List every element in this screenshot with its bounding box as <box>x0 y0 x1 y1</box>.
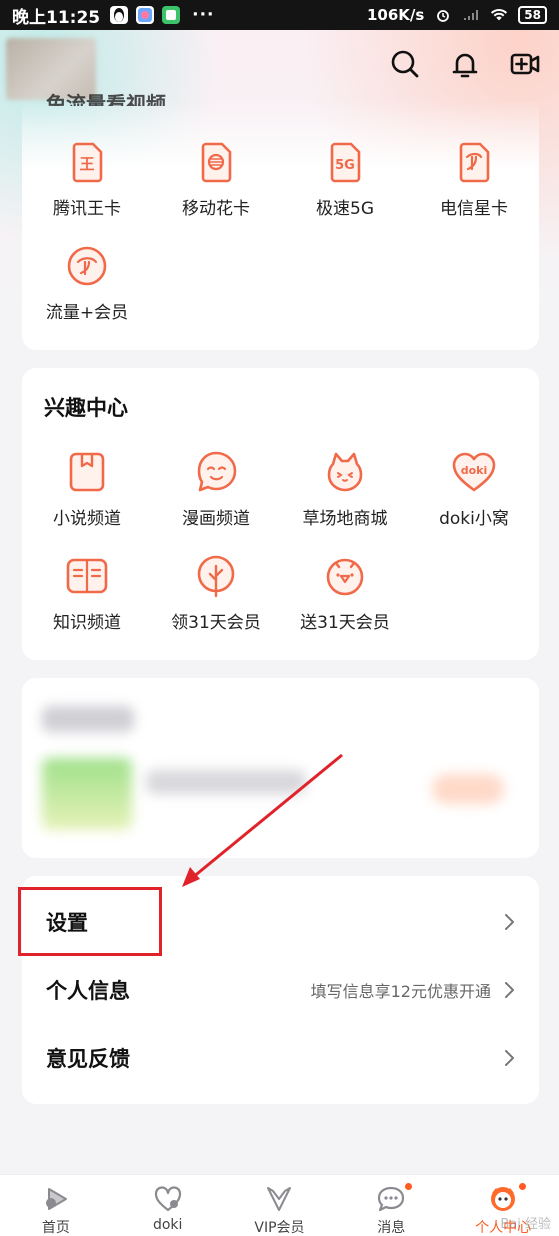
gift-31-day-member-icon <box>326 558 364 596</box>
status-more-dots: ··· <box>192 5 215 25</box>
tencent-king-card-glyph: 王 <box>79 155 94 173</box>
grid-item-label: 极速5G <box>316 199 374 219</box>
grid-item-gift-31-day-member[interactable]: 送31天会员 <box>280 552 410 633</box>
grid-item-label: doki小窝 <box>439 509 509 529</box>
grassland-mall-icon <box>327 452 363 492</box>
grid-item-comic-channel[interactable]: 漫画频道 <box>151 448 281 529</box>
chevron-right-icon <box>505 1050 514 1066</box>
novel-channel-icon <box>69 452 105 492</box>
status-bar: 晚上11:25 ··· 106K/s 58 <box>0 0 559 30</box>
free-data-card-title: 免流量看视频 <box>46 92 166 106</box>
interest-center-card: 兴趣中心 小说频道 漫画频道 草场地商城 doki doki小窝 知识频道 领3… <box>22 368 539 660</box>
grid-item-grassland-mall[interactable]: 草场地商城 <box>280 448 410 529</box>
grid-item-claim-31-day-member[interactable]: 领31天会员 <box>151 552 281 633</box>
wifi-icon <box>491 9 508 21</box>
profile-dot <box>519 1183 527 1190</box>
blurred-promo-card[interactable] <box>22 678 539 858</box>
chevron-right-icon <box>505 982 514 998</box>
grid-item-knowledge-channel[interactable]: 知识频道 <box>22 552 152 633</box>
bottom-nav: 首页 doki VIP会员 消息 个人中心 Bai 经验 <box>0 1174 559 1236</box>
telecom-star-card-icon <box>459 142 490 183</box>
bell-icon[interactable] <box>449 48 481 80</box>
qq-app-icon <box>110 6 129 24</box>
nav-vip[interactable]: VIP会员 <box>224 1175 336 1236</box>
status-time: 晚上11:25 <box>12 7 101 28</box>
grid-item-novel-channel[interactable]: 小说频道 <box>22 448 152 529</box>
personal-info-row-label: 个人信息 <box>46 979 130 1003</box>
claim-31-day-member-icon <box>197 555 235 598</box>
battery-level: 58 <box>518 6 547 24</box>
grid-item-data-plus-member[interactable]: 流量+会员 <box>22 242 152 323</box>
nav-messages-label: 消息 <box>377 1220 406 1236</box>
nav-home[interactable]: 首页 <box>0 1175 112 1236</box>
blurred-button <box>432 774 504 804</box>
feedback-row[interactable]: 意见反馈 <box>22 1024 539 1092</box>
grid-item-label: 草场地商城 <box>302 509 388 529</box>
signal-icon <box>464 10 479 20</box>
messages-unread-dot <box>405 1183 413 1190</box>
header-actions <box>389 48 541 80</box>
blurred-text <box>146 770 306 794</box>
data-plus-member-icon <box>67 246 107 286</box>
mobile-flower-card-icon <box>201 142 232 183</box>
video-upload-icon[interactable] <box>509 48 541 80</box>
blurred-title <box>42 706 134 732</box>
alarm-icon <box>437 10 450 22</box>
profile-mascot-icon <box>491 1187 516 1211</box>
grid-item-telecom-star-card[interactable]: 电信星卡 <box>409 138 539 219</box>
doki-nest-glyph: doki <box>461 464 488 477</box>
feedback-row-label: 意见反馈 <box>46 1047 130 1071</box>
free-data-card: 免流量看视频 王 腾讯王卡 移动花卡 5G 极速5G 电信星卡 流量+会员 <box>22 92 539 350</box>
grid-item-label: 知识频道 <box>53 613 121 633</box>
grid-item-label: 领31天会员 <box>171 613 261 633</box>
grid-item-label: 送31天会员 <box>300 613 390 633</box>
nav-vip-label: VIP会员 <box>254 1220 305 1236</box>
personal-info-row[interactable]: 个人信息 填写信息享12元优惠开通 <box>22 956 539 1024</box>
grid-item-label: 漫画频道 <box>182 509 250 529</box>
grid-item-tencent-king-card[interactable]: 王 腾讯王卡 <box>22 138 152 219</box>
blurred-thumbnail <box>42 758 132 830</box>
chevron-right-icon <box>505 914 514 930</box>
grid-item-mobile-flower-card[interactable]: 移动花卡 <box>151 138 281 219</box>
doki-nest-icon: doki <box>452 452 496 492</box>
nav-doki-label: doki <box>152 1217 183 1233</box>
grid-item-5g[interactable]: 5G 极速5G <box>280 138 410 219</box>
interest-center-title: 兴趣中心 <box>44 396 128 420</box>
message-bubble-icon <box>378 1186 405 1212</box>
gallery-app-icon <box>136 6 155 24</box>
5g-sim-icon: 5G <box>330 142 361 183</box>
watermark: Bai 经验 <box>500 1217 551 1232</box>
grid-item-label: 移动花卡 <box>182 199 250 219</box>
doki-heart-icon <box>154 1186 181 1212</box>
grid-item-label: 腾讯王卡 <box>53 199 121 219</box>
vip-crown-icon <box>267 1187 292 1211</box>
sport-app-icon <box>162 6 181 24</box>
settings-highlight-box <box>18 887 162 956</box>
nav-messages[interactable]: 消息 <box>335 1175 447 1236</box>
grid-item-doki-nest[interactable]: doki doki小窝 <box>409 448 539 529</box>
search-icon[interactable] <box>389 48 421 80</box>
grid-item-label: 小说频道 <box>53 509 121 529</box>
grid-item-label: 电信星卡 <box>440 199 508 219</box>
nav-home-label: 首页 <box>41 1220 70 1236</box>
tencent-king-card-icon: 王 <box>72 142 103 183</box>
home-play-icon <box>45 1188 67 1210</box>
personal-info-hint: 填写信息享12元优惠开通 <box>310 982 491 1001</box>
comic-channel-icon <box>197 451 237 492</box>
knowledge-channel-icon <box>66 558 108 594</box>
5g-sim-glyph: 5G <box>335 158 355 173</box>
network-speed: 106K/s <box>366 6 425 24</box>
grid-item-label: 流量+会员 <box>45 303 129 323</box>
nav-doki[interactable]: doki <box>112 1175 224 1236</box>
